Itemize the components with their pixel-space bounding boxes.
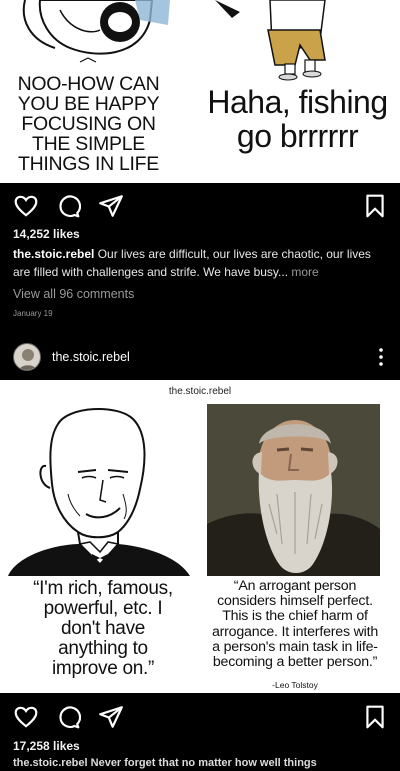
meme-left-line: don't have	[60, 618, 146, 639]
post-date: January 19	[13, 309, 53, 318]
bookmark-icon[interactable]	[362, 704, 388, 730]
tolstoy-portrait	[207, 404, 380, 576]
meme-quote-left: “I'm rich, famous, powerful, etc. I don'…	[2, 579, 204, 679]
meme-left-line: “I'm rich, famous,	[33, 578, 173, 599]
meme-left-line: powerful, etc. I	[43, 598, 163, 619]
meme-left-line: YOU BE HAPPY	[17, 93, 160, 115]
likes-count[interactable]: 17,258 likes	[13, 739, 80, 753]
meme-caption-left: NOO-HOW CAN YOU BE HAPPY FOCUSING ON THE…	[6, 74, 171, 174]
more-options-icon[interactable]	[378, 346, 384, 368]
meme-watermark-handle: the.stoic.rebel	[168, 386, 232, 397]
comment-icon[interactable]	[55, 704, 81, 730]
share-icon[interactable]	[98, 704, 124, 730]
post-username[interactable]: the.stoic.rebel	[52, 350, 130, 364]
meme-caption-right: Haha, fishing go brrrrrr	[195, 85, 400, 153]
post-image-tolstoy-meme[interactable]: the.stoic.rebel “I'm rich, famous, power…	[0, 380, 400, 693]
heart-icon[interactable]	[13, 704, 39, 730]
post-action-bar	[0, 185, 400, 225]
meme-right-line: “An arrogant person	[233, 578, 357, 594]
meme-right-line: a person's main task in life-	[212, 638, 378, 655]
post-action-bar	[0, 696, 400, 736]
meme-left-line: anything to	[58, 638, 148, 659]
heart-icon[interactable]	[13, 193, 39, 219]
portrait-painting	[207, 404, 380, 576]
post-caption: the.stoic.rebel Our lives are difficult,…	[13, 245, 391, 281]
meme-left-line: THINGS IN LIFE	[18, 153, 159, 175]
meme-left-line: THE SIMPLE	[32, 133, 145, 155]
caption-ellipsis: ...	[278, 265, 289, 279]
post-caption: the.stoic.rebel Never forget that no mat…	[13, 757, 317, 769]
caption-username[interactable]: the.stoic.rebel	[13, 247, 94, 261]
comment-icon[interactable]	[55, 193, 81, 219]
avatar-portrait	[18, 349, 38, 370]
view-comments-link[interactable]: View all 96 comments	[13, 287, 134, 301]
avatar[interactable]	[13, 343, 41, 371]
post-header: the.stoic.rebel	[0, 336, 400, 378]
meme-right-line: considers himself perfect.	[217, 593, 373, 610]
meme-left-line: FOCUSING ON	[21, 113, 156, 135]
meme-right-line: go brrrrrr	[236, 118, 359, 154]
meme-right-line: arrogance. It interferes with	[211, 623, 379, 640]
smug-wojak-drawing	[8, 408, 190, 576]
meme-quote-right: “An arrogant person considers himself pe…	[190, 578, 400, 671]
caption-more-link[interactable]: more	[291, 265, 318, 279]
meme-right-line: This is the chief harm of	[222, 608, 368, 625]
post-image-fishing-meme[interactable]: NOO-HOW CAN YOU BE HAPPY FOCUSING ON THE…	[0, 0, 400, 183]
bookmark-icon[interactable]	[362, 193, 388, 219]
meme-right-line: becoming a better person.”	[212, 654, 378, 671]
share-icon[interactable]	[98, 193, 124, 219]
likes-count[interactable]: 14,252 likes	[13, 227, 80, 241]
meme-left-line: NOO-HOW CAN	[17, 73, 160, 95]
quote-attribution: -Leo Tolstoy	[272, 680, 318, 690]
meme-left-line: improve on.”	[52, 658, 154, 679]
meme-right-line: Haha, fishing	[207, 84, 388, 120]
